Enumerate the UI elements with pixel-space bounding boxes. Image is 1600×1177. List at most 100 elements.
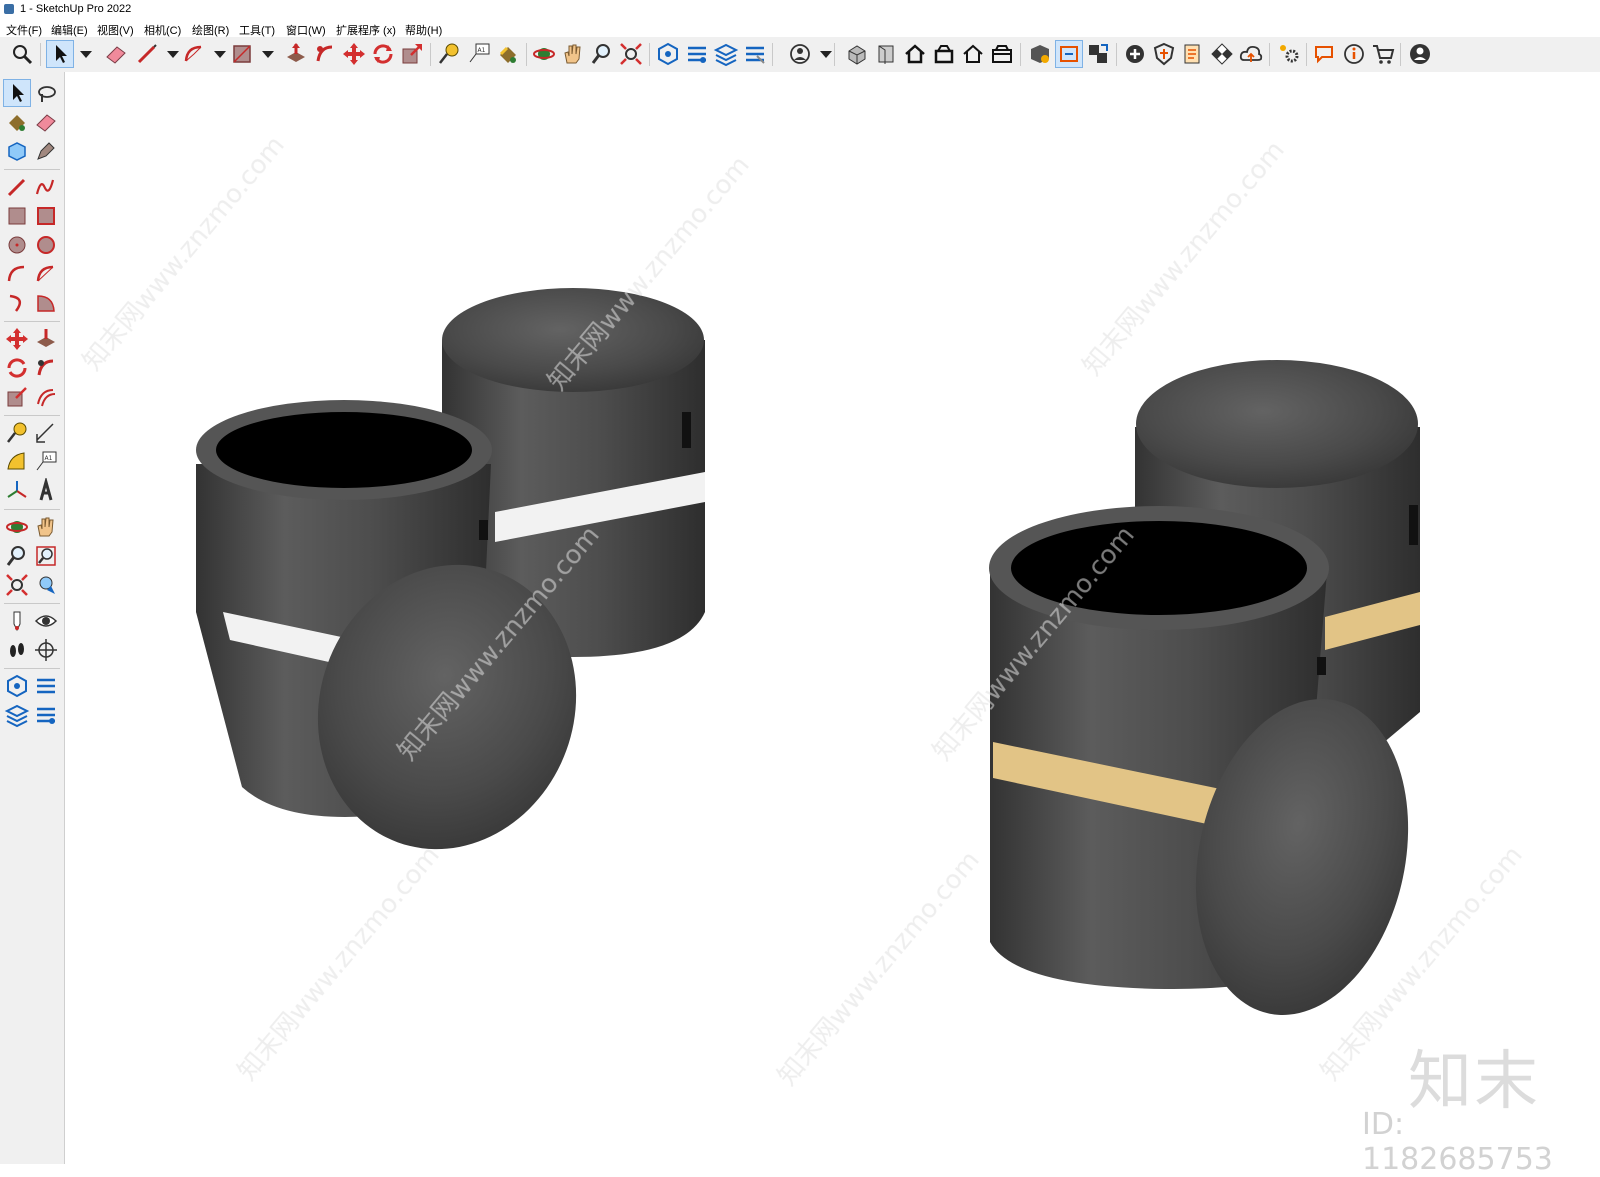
front-view-icon[interactable]: [902, 41, 928, 67]
menu-camera[interactable]: 相机(C): [144, 22, 181, 38]
arc-dropdown-icon[interactable]: [207, 41, 226, 67]
tape-measure-icon[interactable]: [4, 420, 30, 446]
svg-text:A1: A1: [45, 455, 53, 462]
move-tool-icon[interactable]: [341, 41, 367, 67]
look-around-icon[interactable]: [33, 608, 59, 634]
components-icon[interactable]: [33, 673, 59, 699]
rectangle-dropdown-icon[interactable]: [255, 41, 274, 67]
paint-bucket-icon[interactable]: [495, 41, 521, 67]
polygon-icon[interactable]: [33, 232, 59, 258]
user-account-icon[interactable]: [787, 41, 813, 67]
text-tool-icon[interactable]: A1: [466, 41, 492, 67]
lasso-select-icon[interactable]: [33, 80, 59, 106]
checker-pattern-icon[interactable]: [1209, 41, 1235, 67]
rectangle-tool-icon[interactable]: [229, 41, 255, 67]
cart-icon[interactable]: [1370, 41, 1396, 67]
back-view-icon[interactable]: [960, 41, 986, 67]
line-dropdown-icon[interactable]: [160, 41, 179, 67]
position-camera-icon[interactable]: [4, 608, 30, 634]
select-tool-icon[interactable]: [46, 40, 74, 68]
line-icon[interactable]: [4, 174, 30, 200]
axes-icon[interactable]: [4, 478, 30, 504]
protractor-icon[interactable]: [4, 449, 30, 475]
cloud-upload-icon[interactable]: [1238, 41, 1264, 67]
paint-bucket-icon[interactable]: [4, 109, 30, 135]
right-view-icon[interactable]: [931, 41, 957, 67]
tag-tool-icon[interactable]: [33, 138, 59, 164]
layers-icon[interactable]: [4, 702, 30, 728]
dimension-icon[interactable]: [33, 420, 59, 446]
eraser-icon[interactable]: [33, 109, 59, 135]
components-icon[interactable]: [684, 41, 710, 67]
settings-gear-icon[interactable]: [1276, 41, 1302, 67]
follow-me-icon[interactable]: [312, 41, 338, 67]
zoom-tool-icon[interactable]: [589, 41, 615, 67]
left-view-icon[interactable]: [989, 41, 1015, 67]
make-component-icon[interactable]: [4, 138, 30, 164]
pie-icon[interactable]: [33, 290, 59, 316]
menu-draw[interactable]: 绘图(R): [192, 22, 229, 38]
send-to-layout-icon[interactable]: [1085, 41, 1111, 67]
select-icon[interactable]: [3, 79, 31, 107]
layers-icon[interactable]: [713, 41, 739, 67]
select-dropdown-icon[interactable]: [73, 41, 92, 67]
extension-warehouse-icon[interactable]: [1055, 40, 1083, 68]
pan-hand-icon[interactable]: [560, 41, 586, 67]
iso-view-icon[interactable]: [844, 41, 870, 67]
text-icon[interactable]: A1: [33, 449, 59, 475]
account-dropdown-icon[interactable]: [813, 41, 832, 67]
arc-tool-icon[interactable]: [181, 41, 207, 67]
scenes-icon[interactable]: [742, 41, 768, 67]
chat-icon[interactable]: [1312, 41, 1338, 67]
tape-measure-icon[interactable]: [436, 41, 462, 67]
pan-icon[interactable]: [33, 514, 59, 540]
info-icon[interactable]: [1341, 41, 1367, 67]
freehand-icon[interactable]: [33, 174, 59, 200]
menu-view[interactable]: 视图(V): [97, 22, 134, 38]
warehouse-icon[interactable]: [1027, 41, 1053, 67]
menu-edit[interactable]: 编辑(E): [51, 22, 88, 38]
scale-tool-icon[interactable]: [399, 41, 425, 67]
section-plane-icon[interactable]: [33, 637, 59, 663]
offset-icon[interactable]: [33, 384, 59, 410]
previous-view-icon[interactable]: [33, 572, 59, 598]
line-tool-icon[interactable]: [134, 41, 160, 67]
model-info-icon[interactable]: [4, 673, 30, 699]
zoom-extents-icon[interactable]: [618, 41, 644, 67]
drawing-viewport[interactable]: 知末网www.znzmo.com 知末网www.znzmo.com 知末网www…: [65, 72, 1600, 1164]
menu-tools[interactable]: 工具(T): [239, 22, 275, 38]
rotated-rectangle-icon[interactable]: [33, 203, 59, 229]
rotate-icon[interactable]: [4, 355, 30, 381]
sandbox-icon[interactable]: [1180, 41, 1206, 67]
zoom-extents-icon[interactable]: [4, 572, 30, 598]
zoom-window-icon[interactable]: [33, 543, 59, 569]
move-icon[interactable]: [4, 326, 30, 352]
circle-icon[interactable]: [4, 232, 30, 258]
menu-help[interactable]: 帮助(H): [405, 22, 442, 38]
menu-window[interactable]: 窗口(W): [286, 22, 326, 38]
menu-file[interactable]: 文件(F): [6, 22, 42, 38]
rectangle-icon[interactable]: [4, 203, 30, 229]
top-view-icon[interactable]: [873, 41, 899, 67]
orbit-icon[interactable]: [531, 41, 557, 67]
zoom-icon[interactable]: [4, 543, 30, 569]
profile-icon[interactable]: [1407, 41, 1433, 67]
three-point-arc-icon[interactable]: [4, 290, 30, 316]
scenes-icon[interactable]: [33, 702, 59, 728]
push-pull-icon[interactable]: [33, 326, 59, 352]
zoom-icon[interactable]: [9, 41, 35, 67]
add-location-icon[interactable]: [1122, 41, 1148, 67]
model-info-icon[interactable]: [655, 41, 681, 67]
two-point-arc-icon[interactable]: [33, 261, 59, 287]
push-pull-icon[interactable]: [283, 41, 309, 67]
rotate-tool-icon[interactable]: [370, 41, 396, 67]
3d-text-icon[interactable]: [33, 478, 59, 504]
walk-icon[interactable]: [4, 637, 30, 663]
orbit-icon[interactable]: [4, 514, 30, 540]
shield-icon[interactable]: [1151, 41, 1177, 67]
eraser-icon[interactable]: [103, 41, 129, 67]
arc-icon[interactable]: [4, 261, 30, 287]
follow-me-icon[interactable]: [33, 355, 59, 381]
menu-extensions[interactable]: 扩展程序 (x): [336, 22, 396, 38]
scale-icon[interactable]: [4, 384, 30, 410]
